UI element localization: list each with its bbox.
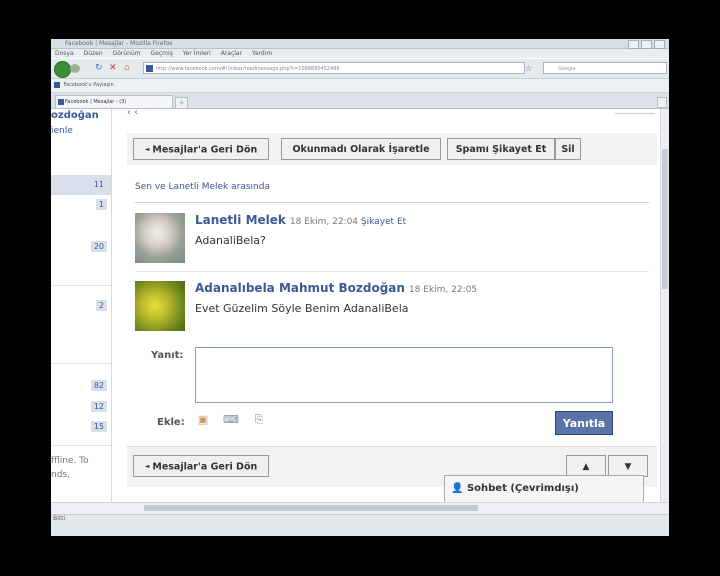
quote-icon: ‹ ‹ (127, 109, 139, 118)
menu-tools[interactable]: Araçlar (221, 50, 242, 57)
nav-count-badge[interactable]: 11 (90, 179, 107, 190)
message-header: Lanetli Melek 18 Ekim, 22:04 Şikayet Et (195, 213, 406, 227)
tab-strip: Facebook | Mesajlar - (3) + (51, 93, 669, 109)
attach-video-icon[interactable]: ⌨ (223, 413, 239, 427)
status-text: Bitti (53, 515, 66, 522)
chat-person-icon: 👤 (451, 483, 464, 494)
bookmark-share-facebook[interactable]: Facebook'u Paylaşın (64, 82, 114, 88)
window-titlebar: Facebook | Mesajlar - Mozilla Firefox (51, 39, 669, 49)
menu-view[interactable]: Görünüm (113, 50, 141, 57)
message-text: AdanaliBela? (195, 234, 266, 247)
bookmark-star-icon[interactable]: ☆ (525, 63, 532, 74)
back-to-messages-button-bottom[interactable]: ◄ Mesajlar'a Geri Dön (133, 455, 269, 477)
message-time: 18 Ekim, 22:04 (289, 217, 359, 227)
tab-label: Facebook | Mesajlar - (3) (65, 99, 127, 105)
back-arrow-icon[interactable] (54, 61, 71, 78)
back-to-messages-label: Mesajlar'a Geri Dön (152, 461, 258, 473)
message-thread-panel: ‹ ‹ ◄ Mesajlar'a Geri Dön Okunmadı Olarak… (127, 109, 657, 502)
message-time: 18 Ekim, 22:05 (408, 285, 478, 295)
scrollbar-thumb[interactable] (662, 149, 668, 289)
maximize-button[interactable] (641, 40, 652, 49)
offline-notice: ffline. To nds, (51, 454, 89, 482)
triangle-left-icon: ◄ (144, 463, 150, 470)
chat-bar[interactable]: 👤 Sohbet (Çevrimdışı) (444, 475, 644, 502)
tab-list-button[interactable] (657, 97, 667, 108)
message-author[interactable]: Adanalıbela Mahmut Bozdoğan (195, 281, 405, 295)
page-content: ozdoğan ienle 11 1 20 2 82 12 15 ffline.… (51, 109, 669, 502)
address-text: http://www.facebook.com/#!/inbox/readmes… (156, 66, 340, 72)
report-spam-button[interactable]: Spamı Şikayet Et (447, 138, 555, 160)
forward-arrow-icon[interactable] (70, 64, 80, 73)
attach-link-icon[interactable]: ⎘ (251, 413, 267, 427)
message-divider (135, 271, 649, 272)
nav-count-badge[interactable]: 15 (90, 421, 107, 432)
sidebar-divider (51, 363, 111, 364)
avatar[interactable] (135, 213, 185, 263)
header-divider (615, 113, 655, 114)
search-placeholder: Google (558, 66, 576, 72)
back-to-messages-label: Mesajlar'a Geri Dön (152, 144, 258, 156)
message-header: Adanalıbela Mahmut Bozdoğan 18 Ekim, 22:0… (195, 281, 477, 295)
nav-count-badge[interactable]: 20 (90, 241, 107, 252)
sidebar-divider (51, 285, 111, 286)
delete-button[interactable]: Sil (555, 138, 581, 160)
attach-photo-icon[interactable]: ▣ (195, 413, 211, 427)
stop-icon[interactable]: ✕ (109, 63, 117, 74)
tab-facebook-messages[interactable]: Facebook | Mesajlar - (3) (55, 95, 173, 108)
scrollbar-thumb[interactable] (144, 505, 478, 511)
reply-textarea[interactable] (195, 347, 613, 403)
status-bar: Bitti (51, 514, 669, 536)
thread-participants: Sen ve Lanetli Melek arasında (135, 182, 270, 192)
reply-label: Yanıt: (151, 350, 184, 361)
nav-count-badge[interactable]: 82 (90, 380, 107, 391)
message-text: Evet Güzelim Söyle Benim AdanaliBela (195, 302, 409, 315)
facebook-favicon-icon (54, 81, 60, 88)
reply-submit-button[interactable]: Yanıtla (555, 411, 613, 435)
sidebar-divider (51, 445, 111, 446)
facebook-favicon-icon (146, 65, 153, 72)
home-icon[interactable]: ⌂ (124, 63, 130, 74)
previous-message-button[interactable]: ▲ (566, 455, 606, 477)
menu-bar: Dosya Düzen Görünüm Geçmiş Yer İmleri Ar… (51, 49, 669, 58)
offline-text: ffline. To nds, (51, 456, 89, 480)
nav-count-badge[interactable]: 2 (95, 300, 107, 311)
window-controls (628, 40, 665, 49)
message-item: Adanalıbela Mahmut Bozdoğan 18 Ekim, 22:0… (135, 281, 649, 333)
menu-file[interactable]: Dosya (55, 50, 74, 57)
facebook-favicon-icon (58, 99, 64, 105)
screen: Facebook | Mesajlar - Mozilla Firefox Do… (51, 39, 669, 536)
chat-label: Sohbet (Çevrimdışı) (466, 483, 579, 494)
mark-unread-button[interactable]: Okunmadı Olarak İşaretle (281, 138, 441, 160)
bookmarks-bar: Facebook'u Paylaşın (51, 79, 669, 93)
new-tab-button[interactable]: + (175, 97, 188, 109)
attach-label: Ekle: (157, 417, 185, 428)
menu-history[interactable]: Geçmiş (151, 50, 173, 57)
navigation-toolbar: ↻ ✕ ⌂ http://www.facebook.com/#!/inbox/r… (51, 59, 669, 79)
profile-name[interactable]: ozdoğan (51, 110, 99, 121)
nav-count-badge[interactable]: 1 (95, 199, 107, 210)
avatar[interactable] (135, 281, 185, 331)
thread-divider (135, 202, 649, 203)
address-bar[interactable]: http://www.facebook.com/#!/inbox/readmes… (143, 62, 525, 74)
window-title: Facebook | Mesajlar - Mozilla Firefox (65, 40, 173, 47)
triangle-left-icon: ◄ (144, 146, 150, 153)
menu-bookmarks[interactable]: Yer İmleri (183, 50, 211, 57)
reload-icon[interactable]: ↻ (95, 63, 103, 74)
close-window-button[interactable] (654, 40, 665, 49)
nav-count-badge[interactable]: 12 (90, 401, 107, 412)
message-item: Lanetli Melek 18 Ekim, 22:04 Şikayet Et A… (135, 213, 649, 265)
message-author[interactable]: Lanetli Melek (195, 213, 286, 227)
menu-edit[interactable]: Düzen (84, 50, 103, 57)
report-link[interactable]: Şikayet Et (361, 217, 406, 227)
thread-toolbar: ◄ Mesajlar'a Geri Dön Okunmadı Olarak İşa… (127, 133, 657, 165)
menu-help[interactable]: Yardım (252, 50, 272, 57)
vertical-scrollbar[interactable] (660, 109, 669, 502)
minimize-button[interactable] (628, 40, 639, 49)
left-sidebar: ozdoğan ienle 11 1 20 2 82 12 15 ffline.… (51, 109, 112, 502)
profile-edit-link[interactable]: ienle (51, 126, 73, 136)
horizontal-scrollbar[interactable] (51, 502, 669, 514)
next-message-button[interactable]: ▼ (608, 455, 648, 477)
back-to-messages-button[interactable]: ◄ Mesajlar'a Geri Dön (133, 138, 269, 160)
search-input[interactable]: Google (543, 62, 667, 74)
